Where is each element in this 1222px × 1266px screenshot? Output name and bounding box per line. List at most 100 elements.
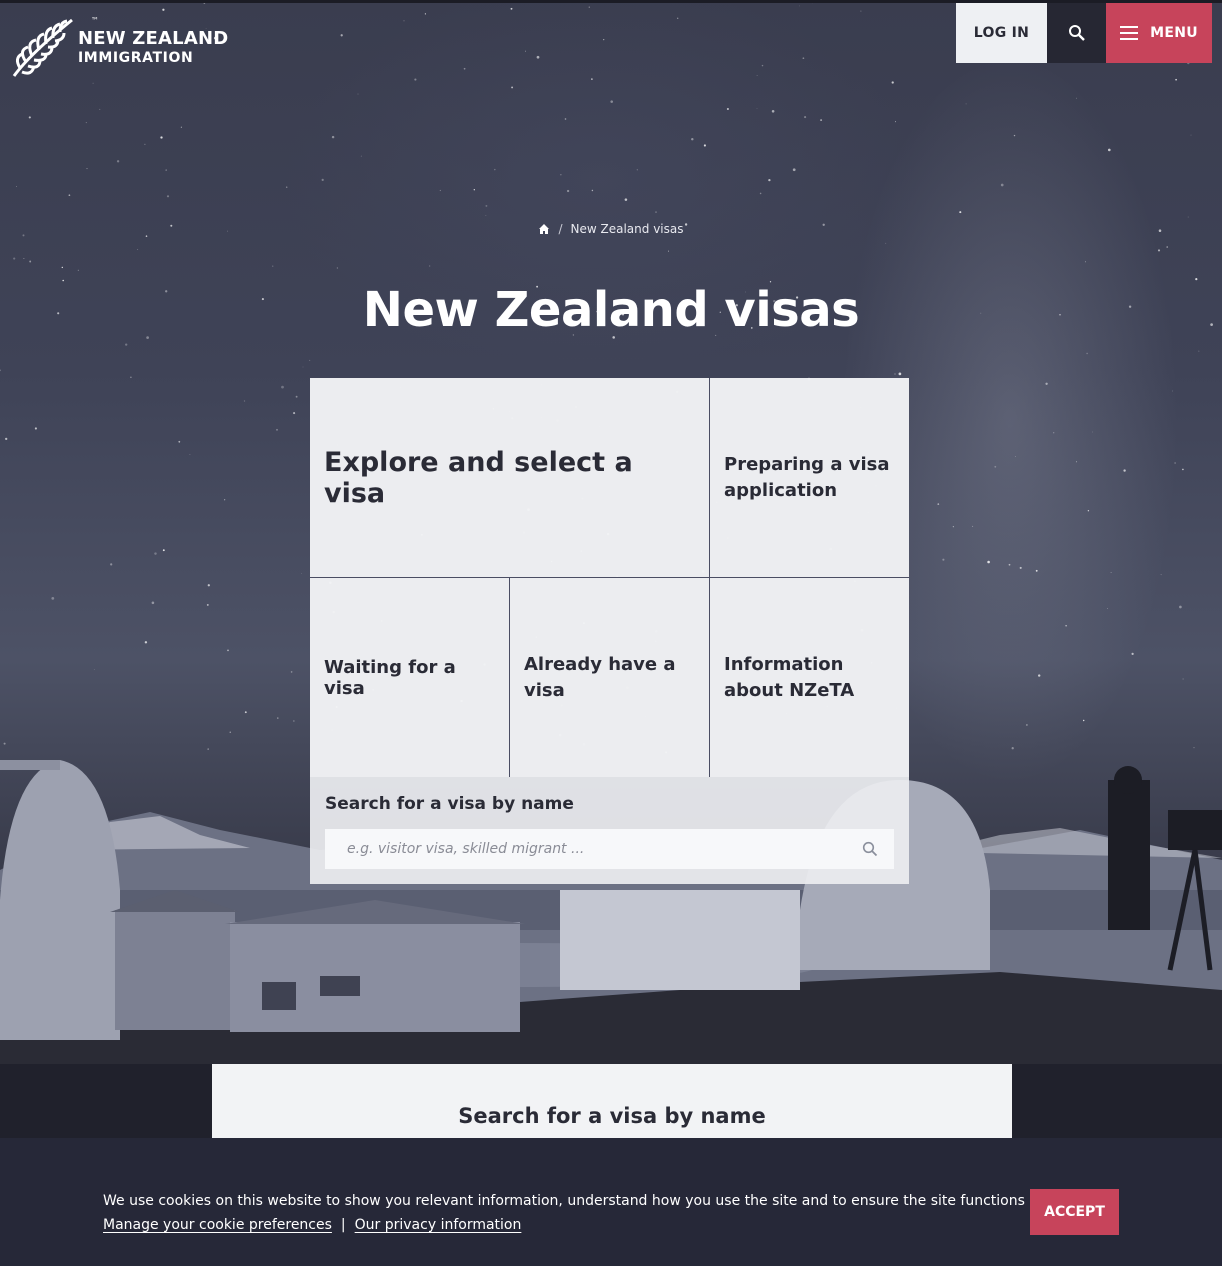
header-actions: LOG IN MENU: [956, 3, 1212, 63]
star: [1026, 724, 1028, 726]
login-button[interactable]: LOG IN: [956, 3, 1047, 63]
manage-cookie-preferences-link[interactable]: Manage your cookie preferences: [103, 1213, 332, 1237]
star: [15, 186, 17, 187]
star: [357, 93, 359, 95]
header-search-button[interactable]: [1047, 3, 1106, 63]
star: [894, 373, 896, 375]
star: [439, 189, 441, 192]
star: [1107, 148, 1111, 152]
breadcrumb: / New Zealand visas: [0, 222, 1222, 236]
star: [759, 192, 762, 195]
star: [463, 67, 466, 70]
star: [820, 119, 823, 122]
star: [972, 525, 974, 527]
star: [295, 395, 298, 398]
star: [1182, 468, 1184, 471]
page-title: New Zealand visas: [362, 282, 860, 338]
star: [424, 13, 426, 15]
star: [86, 168, 88, 170]
star: [473, 189, 475, 191]
star: [1076, 461, 1077, 463]
star: [726, 107, 729, 111]
star: [564, 118, 567, 120]
star: [1160, 574, 1162, 576]
star: [761, 64, 764, 67]
tile-waiting-for-visa[interactable]: Waiting for a visa: [310, 578, 510, 777]
visa-search-box: [325, 829, 894, 869]
search-icon[interactable]: [862, 841, 878, 857]
star: [1172, 390, 1173, 392]
star: [125, 343, 128, 346]
star: [92, 82, 94, 84]
tile-nzeta-information[interactable]: Information about NZeTA: [710, 578, 909, 777]
star: [494, 168, 496, 171]
star: [93, 669, 95, 670]
star: [895, 121, 896, 123]
silver-fern-icon: [12, 18, 73, 77]
privacy-information-link[interactable]: Our privacy information: [355, 1213, 522, 1237]
star: [1110, 572, 1112, 573]
tile-preparing-application[interactable]: Preparing a visa application: [710, 378, 909, 578]
star: [1187, 216, 1189, 218]
star: [536, 55, 540, 59]
star: [0, 369, 1, 372]
hamburger-icon: [1120, 26, 1139, 40]
breadcrumb-current: New Zealand visas: [570, 222, 684, 236]
star: [1157, 249, 1161, 252]
star: [29, 260, 32, 263]
star: [1035, 569, 1038, 572]
logo-line-2: IMMIGRATION: [78, 49, 194, 66]
star: [309, 359, 311, 361]
star: [591, 189, 594, 192]
star: [898, 372, 902, 376]
star: [276, 428, 278, 431]
star: [1198, 350, 1200, 352]
star: [189, 454, 191, 456]
star: [162, 549, 165, 552]
star: [891, 81, 894, 84]
accept-cookies-button[interactable]: ACCEPT: [1030, 1189, 1119, 1235]
visa-search-input[interactable]: [345, 833, 829, 865]
star: [51, 597, 55, 600]
star: [1195, 278, 1198, 281]
menu-button[interactable]: MENU: [1106, 3, 1212, 63]
visa-search-panel: Search for a visa by name: [310, 777, 909, 884]
search-section-card: Search for a visa by name: [212, 1064, 1012, 1144]
star: [1092, 431, 1093, 433]
star: [1013, 134, 1016, 137]
home-icon[interactable]: [538, 223, 550, 235]
star: [1182, 678, 1184, 680]
star: [677, 17, 679, 19]
star: [1131, 652, 1134, 656]
star: [301, 572, 303, 574]
star: [85, 122, 87, 124]
star: [1045, 382, 1048, 385]
star: [937, 503, 940, 505]
star: [34, 427, 37, 430]
star: [1038, 674, 1041, 677]
nz-immigration-logo[interactable]: NEW ZEALAND IMMIGRATION ™: [10, 14, 228, 80]
star: [302, 366, 304, 368]
star: [1019, 566, 1022, 569]
star: [1086, 352, 1088, 355]
star: [655, 211, 657, 213]
star: [799, 5, 801, 7]
tile-label: Preparing a visa application: [724, 453, 890, 501]
star: [1075, 97, 1077, 99]
star: [130, 376, 132, 379]
star: [510, 7, 513, 10]
star: [293, 720, 295, 722]
tile-already-have-visa[interactable]: Already have a visa: [510, 578, 710, 777]
star: [277, 717, 279, 719]
star: [603, 38, 605, 41]
star: [942, 558, 945, 561]
star: [771, 110, 775, 113]
breadcrumb-separator: /: [558, 222, 563, 236]
star: [61, 266, 63, 269]
star: [414, 78, 417, 81]
star: [224, 499, 226, 501]
star: [1008, 563, 1011, 566]
tile-explore-select-visa[interactable]: Explore and select a visa: [310, 378, 710, 578]
cookie-message-block: We use cookies on this website to show y…: [103, 1189, 1090, 1237]
star: [952, 526, 954, 528]
